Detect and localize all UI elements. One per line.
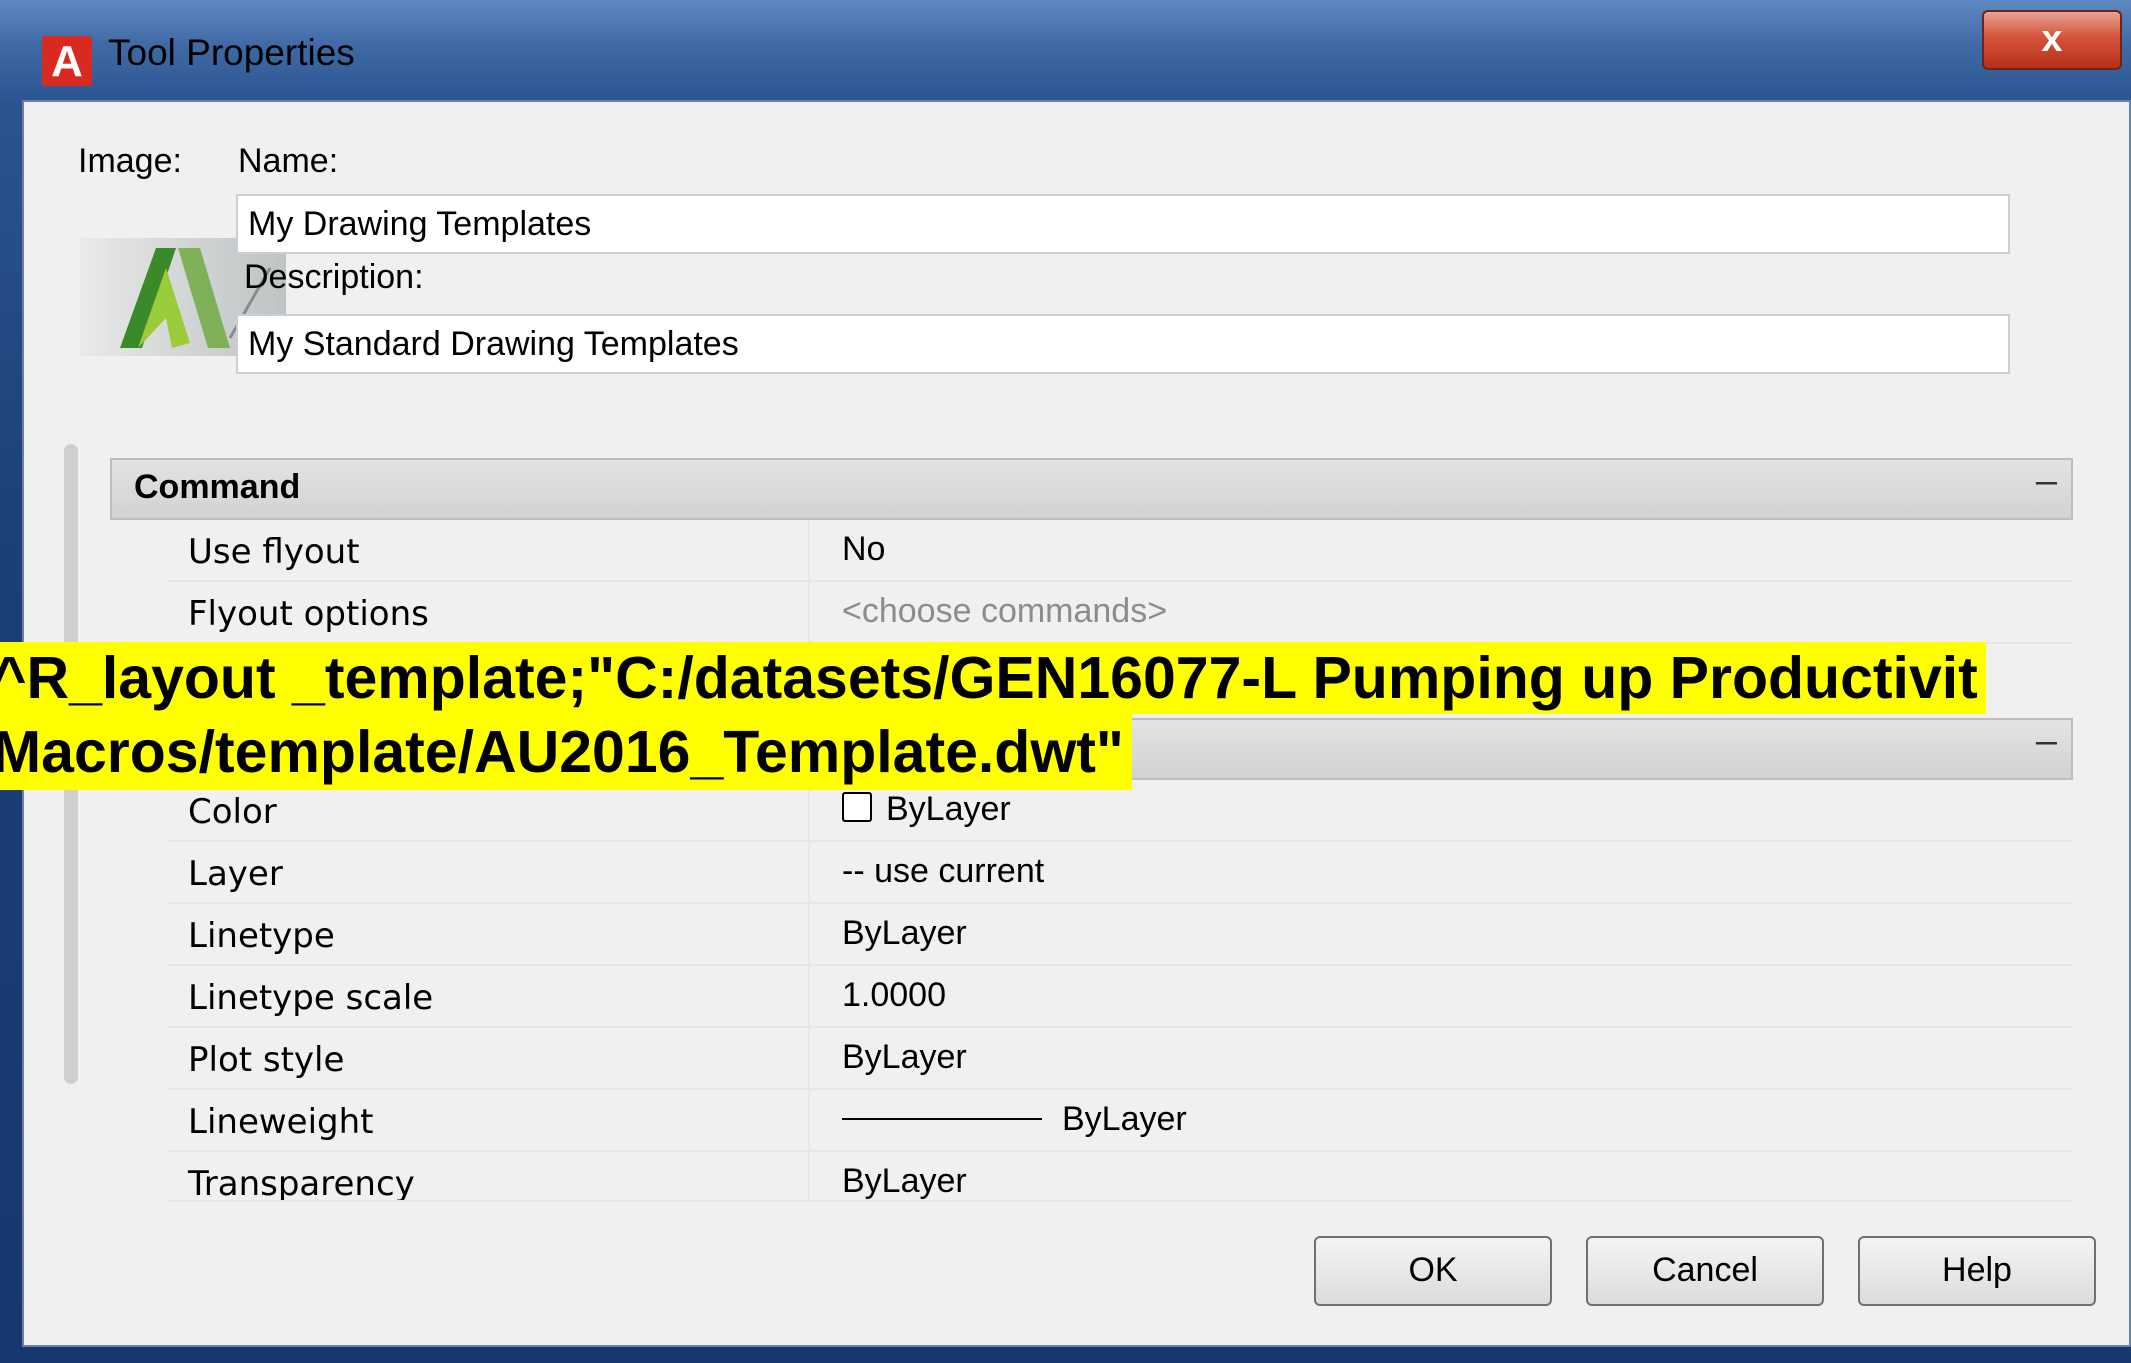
column-divider xyxy=(808,904,810,964)
property-name: Color xyxy=(188,792,277,832)
property-name: Linetype scale xyxy=(188,978,434,1018)
property-name: Linetype xyxy=(188,916,335,956)
property-value-color[interactable]: ByLayer xyxy=(842,790,1011,829)
property-value[interactable]: 1.0000 xyxy=(842,976,946,1015)
property-value[interactable]: <choose commands> xyxy=(842,592,1167,631)
property-name: Plot style xyxy=(188,1040,345,1080)
property-row-linetype[interactable]: Linetype ByLayer xyxy=(168,904,2073,966)
property-row-plot-style[interactable]: Plot style ByLayer xyxy=(168,1028,2073,1090)
tool-properties-window: A Tool Properties x Image: Name: My Draw… xyxy=(0,0,2131,1363)
command-section-header[interactable]: Command – xyxy=(110,458,2073,520)
description-field[interactable]: My Standard Drawing Templates xyxy=(236,314,2010,374)
property-row-transparency[interactable]: Transparency ByLayer xyxy=(168,1152,2073,1202)
property-value: ByLayer xyxy=(886,790,1011,828)
property-name: Transparency xyxy=(188,1164,415,1202)
macro-overlay-line-1: ^R_layout _template;"C:/datasets/GEN1607… xyxy=(0,642,1986,714)
lineweight-sample-icon xyxy=(842,1118,1042,1120)
help-button[interactable]: Help xyxy=(1858,1236,2096,1306)
name-field[interactable]: My Drawing Templates xyxy=(236,194,2010,254)
column-divider xyxy=(808,1152,810,1200)
autocad-logo-icon: A xyxy=(42,36,92,86)
column-divider xyxy=(808,520,810,580)
property-row-linetype-scale[interactable]: Linetype scale 1.0000 xyxy=(168,966,2073,1028)
name-label: Name: xyxy=(238,142,339,180)
close-button[interactable]: x xyxy=(1982,10,2122,70)
property-row-layer[interactable]: Layer -- use current xyxy=(168,842,2073,904)
property-name: Lineweight xyxy=(188,1102,374,1142)
property-value[interactable]: No xyxy=(842,530,885,569)
property-value[interactable]: ByLayer xyxy=(842,914,967,953)
property-name: Layer xyxy=(188,854,283,894)
property-row-flyout-options[interactable]: Flyout options <choose commands> xyxy=(168,582,2073,644)
image-label: Image: xyxy=(78,142,182,180)
macro-overlay-line-2: Macros/template/AU2016_Template.dwt" xyxy=(0,714,1132,790)
property-name: Use flyout xyxy=(188,532,360,572)
column-divider xyxy=(808,1090,810,1150)
column-divider xyxy=(808,842,810,902)
column-divider xyxy=(808,1028,810,1088)
property-row-use-flyout[interactable]: Use flyout No xyxy=(168,520,2073,582)
collapse-icon[interactable]: – xyxy=(2036,720,2057,763)
cancel-button[interactable]: Cancel xyxy=(1586,1236,1824,1306)
description-label: Description: xyxy=(244,258,424,296)
property-value[interactable]: ByLayer xyxy=(842,1038,967,1077)
property-value[interactable]: ByLayer xyxy=(842,1162,967,1200)
property-value: ByLayer xyxy=(1062,1100,1187,1138)
window-title: Tool Properties xyxy=(108,32,355,73)
property-row-lineweight[interactable]: Lineweight ByLayer xyxy=(168,1090,2073,1152)
color-swatch-icon xyxy=(842,792,872,822)
title-bar[interactable]: A Tool Properties x xyxy=(0,0,2131,100)
property-name: Flyout options xyxy=(188,594,429,634)
column-divider xyxy=(808,966,810,1026)
property-value[interactable]: -- use current xyxy=(842,852,1044,891)
command-section-title: Command xyxy=(134,468,301,506)
property-value-lineweight[interactable]: ByLayer xyxy=(842,1100,1187,1139)
column-divider xyxy=(808,582,810,642)
collapse-icon[interactable]: – xyxy=(2036,460,2057,503)
ok-button[interactable]: OK xyxy=(1314,1236,1552,1306)
